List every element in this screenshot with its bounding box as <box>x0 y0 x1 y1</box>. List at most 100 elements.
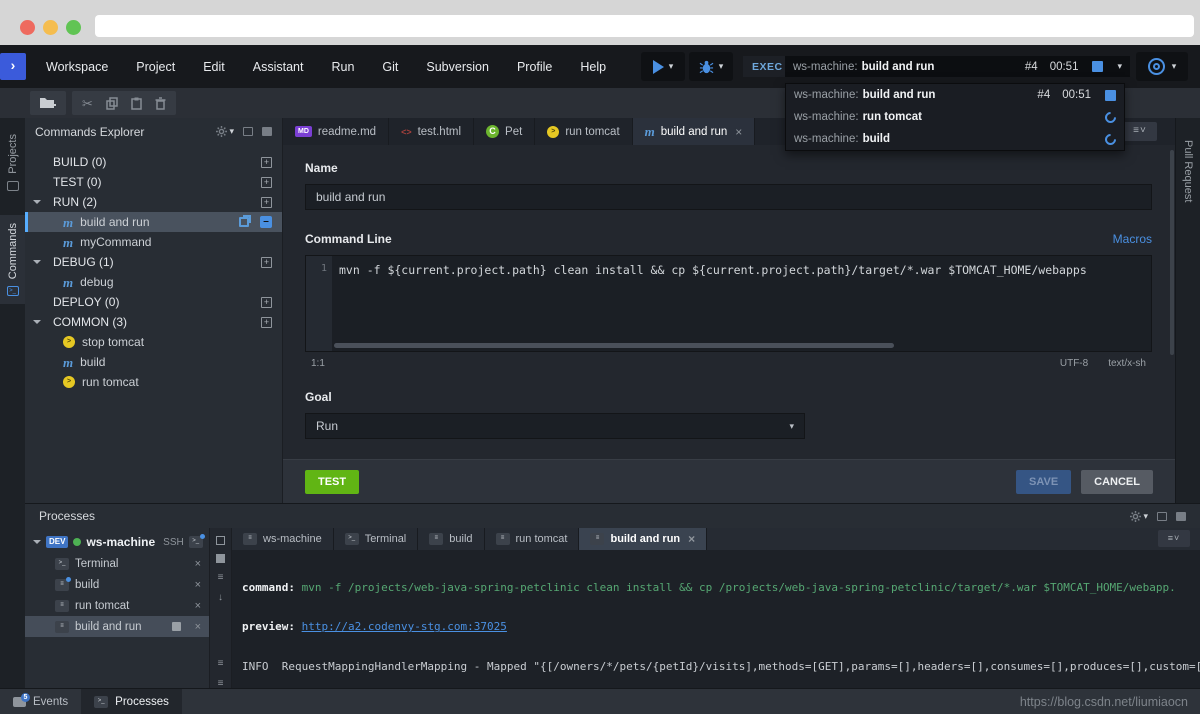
scroll-to-bottom-icon[interactable]: ↓ <box>218 592 223 603</box>
debug-command-button[interactable]: ▾ <box>689 52 733 81</box>
tab-test-html[interactable]: <> test.html <box>389 118 474 145</box>
close-process-icon[interactable]: × <box>195 579 201 591</box>
tab-run-tomcat[interactable]: > run tomcat <box>535 118 632 145</box>
app-logo-icon[interactable]: › <box>0 53 26 80</box>
test-button[interactable]: TEST <box>305 470 359 494</box>
stop-process-icon[interactable] <box>172 622 181 631</box>
add-command-icon[interactable]: + <box>261 317 272 328</box>
minimize-window-button[interactable] <box>43 20 58 35</box>
tree-item-debug[interactable]: m debug <box>25 272 282 292</box>
save-button[interactable]: SAVE <box>1016 470 1071 494</box>
close-process-icon[interactable]: × <box>195 621 201 633</box>
paste-icon[interactable] <box>131 97 142 110</box>
macros-link[interactable]: Macros <box>1113 232 1152 246</box>
gear-icon[interactable]: ▾ <box>1130 511 1148 522</box>
add-command-icon[interactable]: + <box>261 197 272 208</box>
preview-link[interactable]: http://a2.codenvy-stg.com:37025 <box>302 620 507 633</box>
machine-row[interactable]: DEV ws-machine SSH >_ <box>25 531 209 553</box>
dropdown-item-build[interactable]: ws-machine: build <box>786 128 1124 150</box>
cut-icon[interactable]: ✂ <box>82 97 93 110</box>
goal-select[interactable]: Run ▾ <box>305 413 805 439</box>
command-name-input[interactable] <box>305 184 1152 210</box>
maximize-panel-icon[interactable] <box>1176 512 1186 521</box>
run-command-button[interactable]: ▾ <box>641 52 685 81</box>
tree-item-mycommand[interactable]: m myCommand <box>25 232 282 252</box>
new-project-button[interactable] <box>30 91 66 115</box>
process-selector[interactable]: ws-machine: build and run #4 00:51 ▾ <box>785 56 1130 77</box>
maximize-panel-icon[interactable] <box>262 127 272 136</box>
tree-item-stop-tomcat[interactable]: > stop tomcat <box>25 332 282 352</box>
chevron-expanded-icon[interactable] <box>33 320 41 324</box>
cancel-button[interactable]: CANCEL <box>1081 470 1153 494</box>
rerun-icon[interactable] <box>1103 109 1119 125</box>
console-tab-ws-machine[interactable]: ≡ ws-machine <box>232 528 334 550</box>
rerun-icon[interactable] <box>1103 131 1119 147</box>
console-tab-build-and-run[interactable]: ≡ build and run × <box>579 528 707 550</box>
add-command-icon[interactable]: + <box>261 157 272 168</box>
process-row-run-tomcat[interactable]: ≡ run tomcat × <box>25 595 209 616</box>
tree-category-common[interactable]: COMMON (3) + <box>25 312 282 332</box>
tree-item-build-and-run[interactable]: m build and run – <box>25 212 282 232</box>
menu-subversion[interactable]: Subversion <box>412 60 503 74</box>
console-tab-terminal[interactable]: >_ Terminal <box>334 528 419 550</box>
minimize-panel-icon[interactable] <box>243 127 253 136</box>
tree-category-deploy[interactable]: DEPLOY (0) + <box>25 292 282 312</box>
pull-request-tab[interactable]: Pull Request <box>1182 140 1194 503</box>
menu-profile[interactable]: Profile <box>503 60 566 74</box>
address-bar[interactable] <box>95 15 1194 37</box>
minimize-panel-icon[interactable] <box>1157 512 1167 521</box>
tree-category-test[interactable]: TEST (0) + <box>25 172 282 192</box>
stop-process-icon[interactable] <box>1105 90 1116 101</box>
wrap-text-icon[interactable]: ≡ <box>218 572 224 583</box>
editor-menu-icon[interactable]: ≡˅ <box>1123 122 1157 141</box>
add-command-icon[interactable]: + <box>261 257 272 268</box>
close-tab-icon[interactable]: × <box>735 125 742 139</box>
new-terminal-icon[interactable]: >_ <box>189 536 203 548</box>
console-tab-build[interactable]: ≡ build <box>418 528 484 550</box>
horizontal-scrollbar[interactable] <box>334 343 894 348</box>
menu-assistant[interactable]: Assistant <box>239 60 318 74</box>
process-row-build-and-run[interactable]: ≡ build and run × <box>25 616 209 637</box>
stop-process-icon[interactable] <box>1092 61 1103 72</box>
menu-project[interactable]: Project <box>122 60 189 74</box>
command-line-editor[interactable]: 1 mvn -f ${current.project.path} clean i… <box>305 255 1152 352</box>
add-command-icon[interactable]: + <box>261 297 272 308</box>
target-selector-button[interactable]: ▾ <box>1136 52 1188 81</box>
tab-build-and-run[interactable]: m build and run × <box>633 118 756 145</box>
dropdown-item-build-and-run[interactable]: ws-machine: build and run #4 00:51 <box>786 84 1124 106</box>
tab-readme-md[interactable]: MD readme.md <box>283 118 389 145</box>
console-tab-run-tomcat[interactable]: ≡ run tomcat <box>485 528 580 550</box>
menu-help[interactable]: Help <box>566 60 620 74</box>
tree-category-build[interactable]: BUILD (0) + <box>25 152 282 172</box>
remove-command-icon[interactable]: – <box>260 216 272 228</box>
close-tab-icon[interactable]: × <box>688 532 695 546</box>
sidebar-tab-commands[interactable]: Commands >_ <box>0 215 25 304</box>
chevron-expanded-icon[interactable] <box>33 260 41 264</box>
add-command-icon[interactable]: + <box>261 177 272 188</box>
close-window-button[interactable] <box>20 20 35 35</box>
console-menu-icon[interactable]: ≡˅ <box>1158 530 1190 547</box>
tree-category-run[interactable]: RUN (2) + <box>25 192 282 212</box>
events-tab[interactable]: 5 Events <box>0 689 81 714</box>
duplicate-command-icon[interactable] <box>239 217 249 227</box>
stop-console-icon[interactable] <box>216 554 225 563</box>
close-process-icon[interactable]: × <box>195 600 201 612</box>
process-row-build[interactable]: ≡ build × <box>25 574 209 595</box>
menu-git[interactable]: Git <box>368 60 412 74</box>
clear-console-icon[interactable] <box>216 536 225 545</box>
tree-item-build[interactable]: m build <box>25 352 282 372</box>
menu-workspace[interactable]: Workspace <box>32 60 122 74</box>
tab-pet[interactable]: C Pet <box>474 118 535 145</box>
menu-edit[interactable]: Edit <box>189 60 239 74</box>
chevron-down-icon[interactable]: ▾ <box>1117 61 1122 72</box>
close-process-icon[interactable]: × <box>195 558 201 570</box>
gear-icon[interactable]: ▾ <box>216 126 234 137</box>
dropdown-item-run-tomcat[interactable]: ws-machine: run tomcat <box>786 106 1124 128</box>
ssh-button[interactable]: SSH <box>163 537 184 548</box>
sidebar-tab-projects[interactable]: Projects <box>0 126 25 199</box>
editor-scrollbar[interactable] <box>1170 150 1174 355</box>
menu-run[interactable]: Run <box>317 60 368 74</box>
console-output[interactable]: command: mvn -f /projects/web-java-sprin… <box>232 550 1200 689</box>
copy-icon[interactable] <box>106 97 118 110</box>
scroll-output-icon[interactable]: ≡ <box>218 658 224 669</box>
